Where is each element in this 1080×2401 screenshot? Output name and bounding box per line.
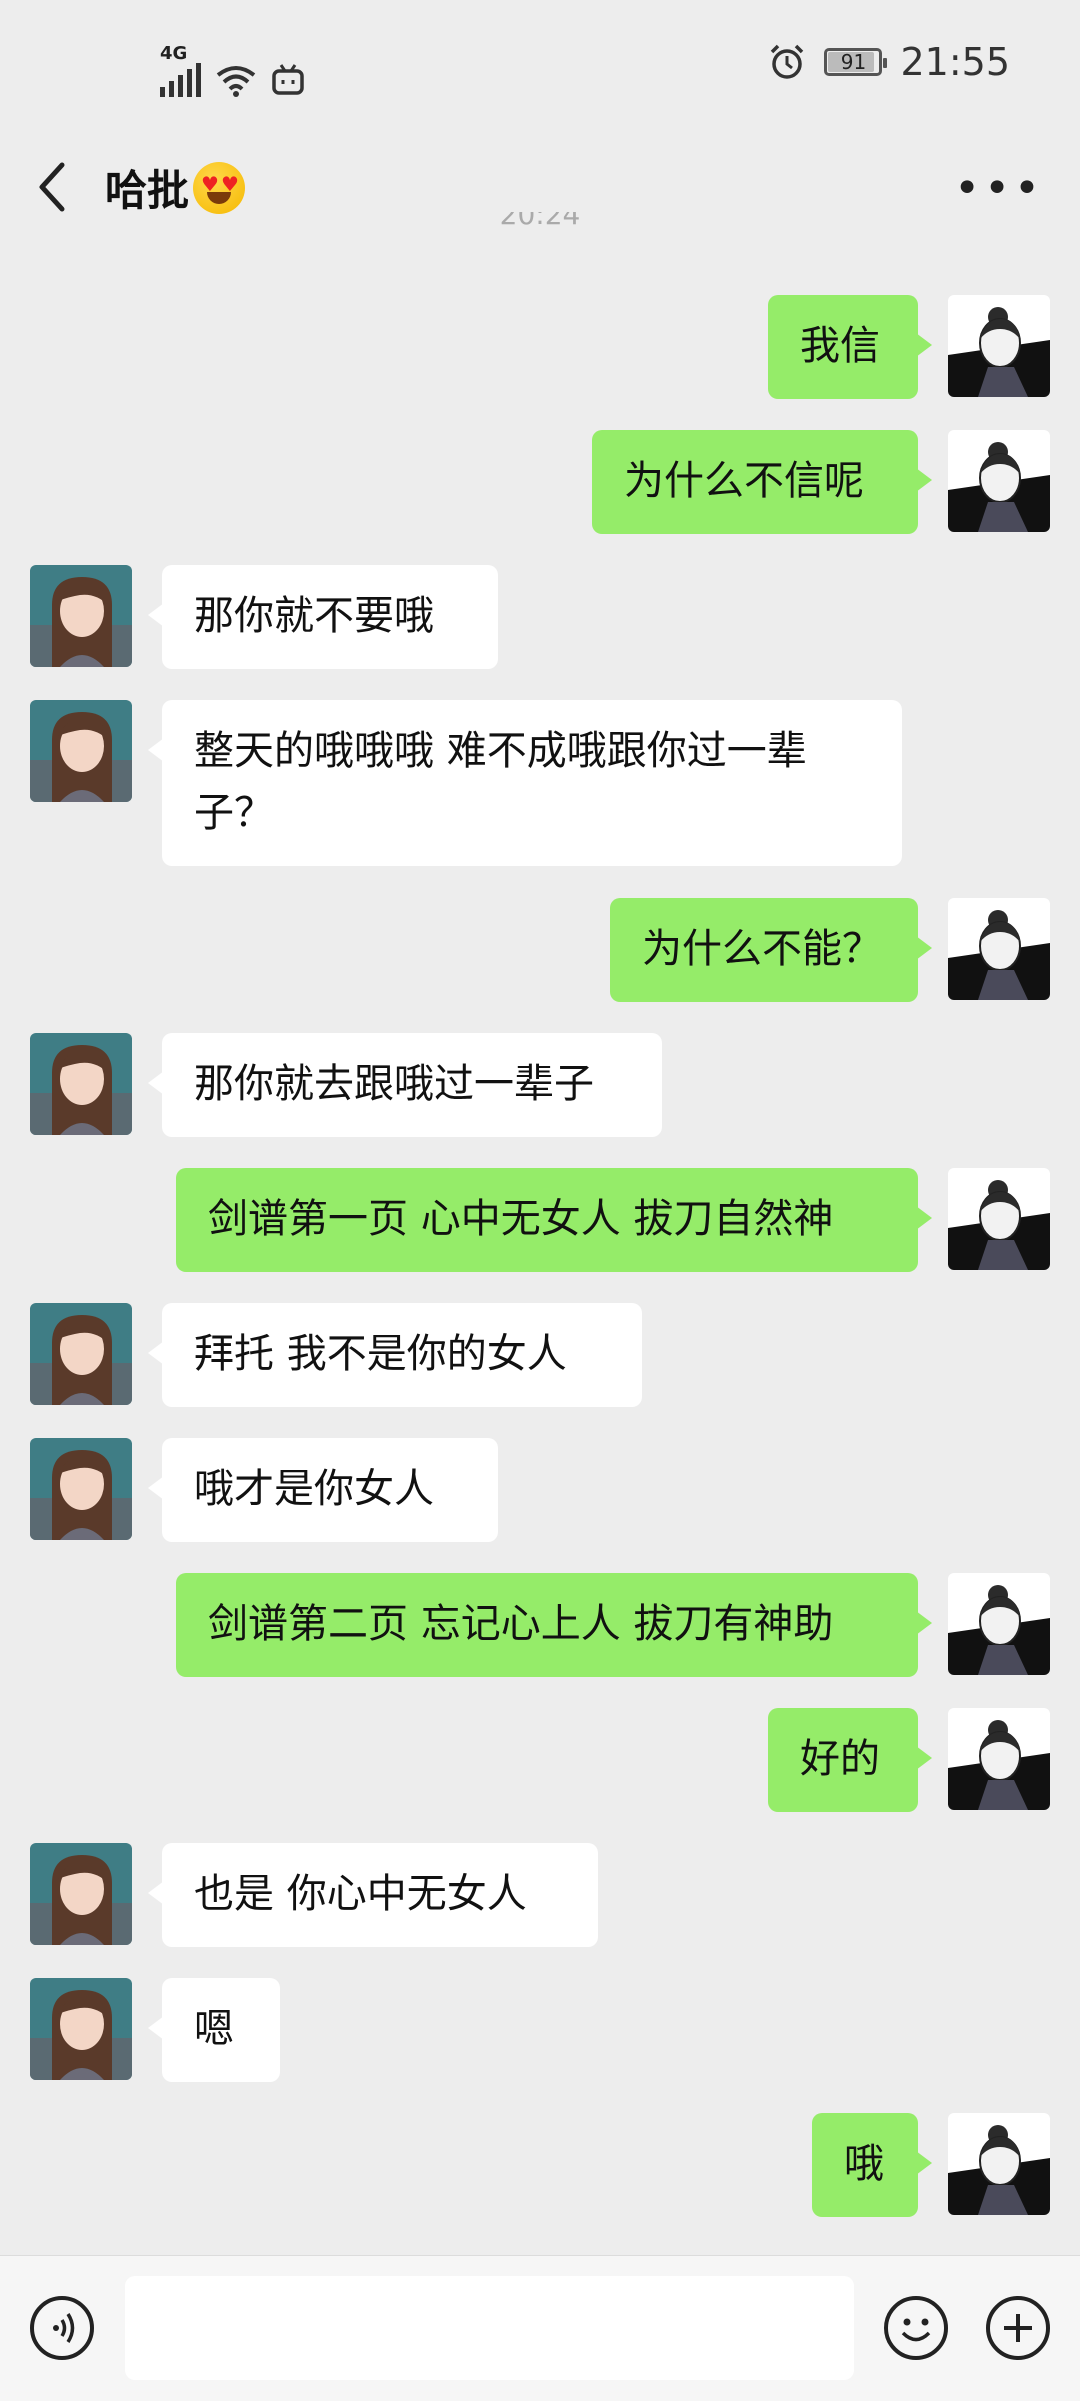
my-avatar[interactable] — [948, 430, 1050, 532]
message-text: 哦才是你女人 — [194, 1466, 434, 1512]
message-row: 哦才是你女人 — [0, 1438, 1080, 1542]
voice-input-button[interactable] — [30, 2296, 94, 2360]
more-options-icon[interactable]: ••• — [954, 163, 1044, 214]
contact-avatar[interactable] — [30, 1843, 132, 1945]
bilibili-tv-icon — [272, 64, 304, 95]
message-row: 那你就去跟哦过一辈子 — [0, 1033, 1080, 1137]
message-text: 我信 — [800, 323, 880, 369]
message-text: 为什么不能？ — [642, 926, 882, 972]
contact-avatar[interactable] — [30, 1978, 132, 2080]
back-arrow-icon[interactable] — [32, 151, 72, 221]
contact-avatar[interactable] — [30, 565, 132, 667]
message-row: 整天的哦哦哦 难不成哦跟你过一辈子？ — [0, 700, 1080, 866]
message-text: 好的 — [800, 1736, 880, 1782]
sent-message-bubble[interactable]: 剑谱第二页 忘记心上人 拔刀有神助 — [176, 1573, 932, 1677]
message-input[interactable] — [125, 2276, 854, 2380]
contact-avatar[interactable] — [30, 1033, 132, 1135]
voice-icon — [53, 2313, 75, 2343]
received-message-bubble[interactable]: 那你就去跟哦过一辈子 — [148, 1033, 662, 1137]
battery-level: 91 — [840, 50, 867, 74]
status-left: 4G — [160, 44, 305, 97]
my-avatar[interactable] — [948, 1168, 1050, 1270]
received-message-bubble[interactable]: 哦才是你女人 — [148, 1438, 498, 1542]
input-bar — [0, 2255, 1080, 2401]
message-row: 哦 — [0, 2113, 1080, 2217]
message-row: 我信 — [0, 295, 1080, 399]
message-text: 哦 — [844, 2141, 884, 2187]
sent-message-bubble[interactable]: 哦 — [812, 2113, 932, 2217]
status-right: 91 21:55 — [768, 40, 1010, 84]
contact-avatar[interactable] — [30, 700, 132, 802]
my-avatar[interactable] — [948, 1708, 1050, 1810]
battery-icon: 91 — [824, 48, 888, 76]
signal-icon — [160, 63, 201, 97]
message-row: 好的 — [0, 1708, 1080, 1812]
my-avatar[interactable] — [948, 1573, 1050, 1675]
heart-eyes-emoji-icon: ♥ ♥ — [193, 161, 246, 214]
received-message-bubble[interactable]: 整天的哦哦哦 难不成哦跟你过一辈子？ — [148, 700, 902, 866]
my-avatar[interactable] — [948, 295, 1050, 397]
message-row: 剑谱第一页 心中无女人 拔刀自然神 — [0, 1168, 1080, 1272]
more-functions-button[interactable] — [986, 2296, 1050, 2360]
signal-indicator: 4G — [160, 44, 201, 97]
message-row: 那你就不要哦 — [0, 565, 1080, 669]
message-text: 那你就去跟哦过一辈子 — [194, 1061, 594, 1107]
message-text: 拜托 我不是你的女人 — [194, 1331, 567, 1377]
message-text: 那你就不要哦 — [194, 593, 434, 639]
network-type: 4G — [160, 43, 188, 64]
sent-message-bubble[interactable]: 剑谱第一页 心中无女人 拔刀自然神 — [176, 1168, 932, 1272]
sent-message-bubble[interactable]: 好的 — [768, 1708, 932, 1812]
message-text: 也是 你心中无女人 — [194, 1871, 527, 1917]
contact-avatar[interactable] — [30, 1303, 132, 1405]
wifi-icon — [216, 66, 256, 97]
message-row: 嗯 — [0, 1978, 1080, 2082]
message-text: 嗯 — [194, 2006, 234, 2052]
emoji-button[interactable] — [884, 2296, 948, 2360]
clock: 21:55 — [900, 40, 1010, 84]
my-avatar[interactable] — [948, 2113, 1050, 2215]
received-message-bubble[interactable]: 也是 你心中无女人 — [148, 1843, 598, 1947]
message-text: 剑谱第一页 心中无女人 拔刀自然神 — [208, 1196, 834, 1242]
message-row: 为什么不信呢 — [0, 430, 1080, 534]
message-row: 剑谱第二页 忘记心上人 拔刀有神助 — [0, 1573, 1080, 1677]
message-text: 整天的哦哦哦 难不成哦跟你过一辈子？ — [194, 728, 807, 836]
message-timestamp: 20:24 — [499, 212, 581, 231]
status-bar: 4G 91 21:55 — [0, 0, 1080, 135]
chat-title: 哈批 ♥ ♥ — [105, 157, 246, 218]
sent-message-bubble[interactable]: 为什么不信呢 — [592, 430, 932, 534]
smiley-icon — [901, 2318, 931, 2342]
message-row: 为什么不能？ — [0, 898, 1080, 1002]
plus-icon — [1004, 2314, 1032, 2342]
message-text: 为什么不信呢 — [624, 458, 864, 504]
received-message-bubble[interactable]: 嗯 — [148, 1978, 280, 2082]
message-text: 剑谱第二页 忘记心上人 拔刀有神助 — [208, 1601, 834, 1647]
contact-name: 哈批 — [105, 166, 190, 215]
sent-message-bubble[interactable]: 为什么不能？ — [610, 898, 932, 1002]
alarm-icon — [771, 44, 804, 79]
my-avatar[interactable] — [948, 898, 1050, 1000]
sent-message-bubble[interactable]: 我信 — [768, 295, 932, 399]
message-row: 也是 你心中无女人 — [0, 1843, 1080, 1947]
message-row: 拜托 我不是你的女人 — [0, 1303, 1080, 1407]
contact-avatar[interactable] — [30, 1438, 132, 1540]
received-message-bubble[interactable]: 那你就不要哦 — [148, 565, 498, 669]
received-message-bubble[interactable]: 拜托 我不是你的女人 — [148, 1303, 642, 1407]
